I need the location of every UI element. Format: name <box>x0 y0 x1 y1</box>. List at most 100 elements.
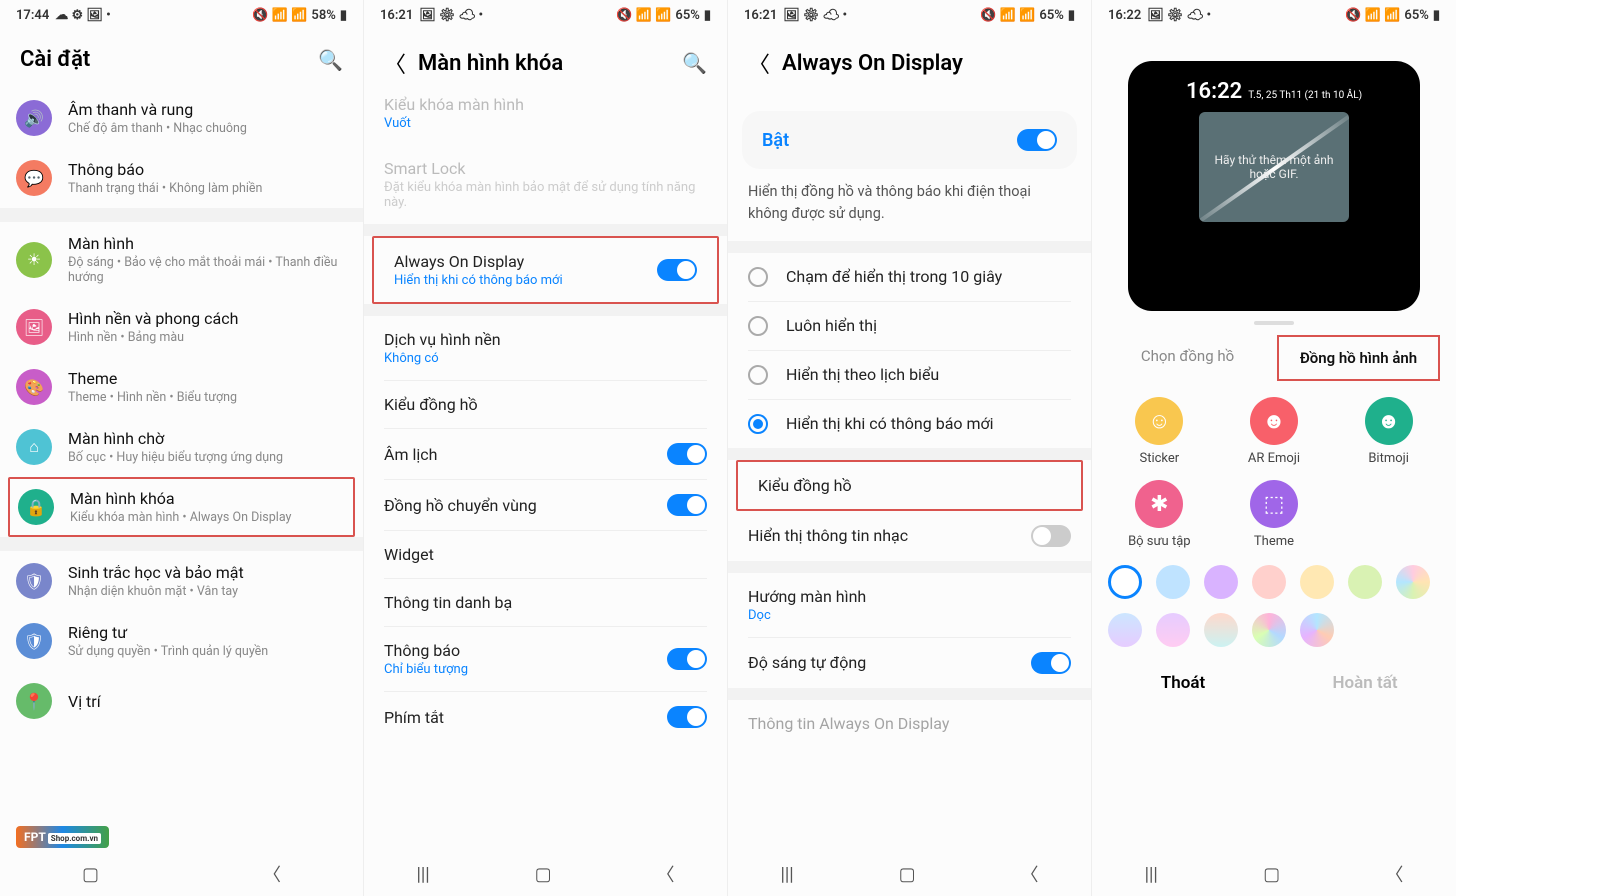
back-button[interactable]: 〈 <box>384 47 406 79</box>
item-shortcut[interactable]: Phím tắt <box>364 692 727 742</box>
radio-button[interactable] <box>748 365 768 385</box>
nav-back[interactable]: 〈 <box>657 861 675 887</box>
description-text: Hiển thị đồng hồ và thông báo khi điện t… <box>728 177 1091 241</box>
option-theme[interactable]: ⬚Theme <box>1217 480 1331 549</box>
panel-clock-picker: 16:22🖼 ⚙ ☁ • 🔇 📶 📶65%▮ 16:22T.5, 25 Th11… <box>1092 0 1456 896</box>
section-gap <box>0 537 363 551</box>
enable-card[interactable]: Bật <box>742 111 1077 169</box>
item-wallpaper[interactable]: 🖼Hình nền và phong cáchHình nền • Bảng m… <box>0 297 363 357</box>
tab-choose-clock[interactable]: Chọn đồng hồ <box>1108 335 1267 381</box>
radio-button[interactable] <box>748 267 768 287</box>
status-bar: 16:21🖼 ⚙ ☁ • 🔇 📶 📶65%▮ <box>364 0 727 31</box>
battery-pct: 65% <box>1039 8 1063 23</box>
option-ar-emoji[interactable]: ☻AR Emoji <box>1217 397 1331 466</box>
item-wallpaper-service[interactable]: Dịch vụ hình nềnKhông có <box>364 316 727 380</box>
color-swatch[interactable] <box>1396 565 1430 599</box>
item-music-info[interactable]: Hiển thị thông tin nhạc <box>728 511 1091 561</box>
color-swatch[interactable] <box>1108 613 1142 647</box>
palette-icon: 🎨 <box>24 378 44 397</box>
nav-recent[interactable]: ||| <box>780 864 793 885</box>
highlight-box: Kiểu đồng hồ <box>736 460 1083 511</box>
radio-schedule[interactable]: Hiển thị theo lịch biểu <box>728 351 1091 399</box>
nav-bar: ||| ▢ 〈 <box>1092 852 1456 896</box>
toggle-notif[interactable] <box>667 648 707 670</box>
item-display[interactable]: ☀Màn hìnhĐộ sáng • Bảo vệ cho mắt thoải … <box>0 222 363 297</box>
back-button[interactable]: 〈 <box>748 47 770 79</box>
item-lockscreen[interactable]: 🔒Màn hình khóaKiểu khóa màn hình • Alway… <box>10 479 353 535</box>
toggle-aod-enable[interactable] <box>1017 129 1057 151</box>
toggle-shortcut[interactable] <box>667 706 707 728</box>
color-swatch[interactable] <box>1156 565 1190 599</box>
radio-new-notif[interactable]: Hiển thị khi có thông báo mới <box>728 400 1091 448</box>
nav-home[interactable]: ▢ <box>535 864 552 885</box>
item-privacy[interactable]: 🛡Riêng tưSử dụng quyền • Trình quản lý q… <box>0 611 363 671</box>
search-icon[interactable]: 🔍 <box>682 51 707 75</box>
option-bitmoji[interactable]: ☻Bitmoji <box>1332 397 1446 466</box>
nav-back[interactable]: 〈 <box>263 861 281 887</box>
item-auto-brightness[interactable]: Độ sáng tự động <box>728 638 1091 688</box>
search-icon[interactable]: 🔍 <box>318 48 343 72</box>
item-widget[interactable]: Widget <box>364 531 727 578</box>
item-orientation[interactable]: Hướng màn hìnhDọc <box>728 573 1091 637</box>
radio-tap-10s[interactable]: Chạm để hiển thị trong 10 giây <box>728 253 1091 301</box>
nav-recent[interactable]: ||| <box>416 864 429 885</box>
item-clock-style[interactable]: Kiểu đồng hồ <box>364 381 727 428</box>
radio-always[interactable]: Luôn hiển thị <box>728 302 1091 350</box>
preview-date: T.5, 25 Th11 (21 th 10 ÂL) <box>1248 90 1362 101</box>
nav-bar: ▢〈 <box>0 852 363 896</box>
nav-home[interactable]: ▢ <box>899 864 916 885</box>
watermark-logo: FPTShop.com.vn <box>16 826 109 848</box>
item-locktype[interactable]: Kiểu khóa màn hìnhVuốt <box>364 95 727 145</box>
item-aod[interactable]: Always On DisplayHiển thị khi có thông b… <box>374 238 717 302</box>
nav-back[interactable]: 〈 <box>1385 861 1403 887</box>
color-swatch[interactable] <box>1108 565 1142 599</box>
drag-handle[interactable] <box>1254 321 1294 325</box>
nav-recent[interactable]: ||| <box>1145 864 1158 885</box>
item-contact-info[interactable]: Thông tin danh bạ <box>364 579 727 626</box>
color-swatch[interactable] <box>1204 565 1238 599</box>
volume-icon: 🔊 <box>24 109 44 128</box>
item-biometrics[interactable]: 🛡Sinh trắc học và bảo mậtNhận diện khuôn… <box>0 551 363 611</box>
color-swatches <box>1092 555 1456 657</box>
color-swatch[interactable] <box>1156 613 1190 647</box>
item-theme[interactable]: 🎨ThemeTheme • Hình nền • Biểu tượng <box>0 357 363 417</box>
radio-button[interactable] <box>748 414 768 434</box>
color-swatch[interactable] <box>1348 565 1382 599</box>
sun-icon: ☀ <box>27 250 41 269</box>
toggle-lunar[interactable] <box>667 443 707 465</box>
toggle-music[interactable] <box>1031 525 1071 547</box>
page-title: Always On Display <box>782 51 1071 76</box>
item-notifications[interactable]: Thông báoChỉ biểu tượng <box>364 627 727 691</box>
toggle-brightness[interactable] <box>1031 652 1071 674</box>
item-notifications[interactable]: 💬Thông báoThanh trạng thái • Không làm p… <box>0 148 363 208</box>
highlight-box: Always On DisplayHiển thị khi có thông b… <box>372 236 719 304</box>
toggle-roaming[interactable] <box>667 494 707 516</box>
item-roaming-clock[interactable]: Đồng hồ chuyển vùng <box>364 480 727 530</box>
exit-button[interactable]: Thoát <box>1092 673 1274 693</box>
nav-home[interactable]: ▢ <box>1263 864 1280 885</box>
lock-icon: 🔒 <box>26 498 46 517</box>
color-swatch[interactable] <box>1252 613 1286 647</box>
option-sticker[interactable]: ☺Sticker <box>1103 397 1217 466</box>
item-homescreen[interactable]: ⌂Màn hình chờBố cục • Huy hiệu biểu tượn… <box>0 417 363 477</box>
item-aod-info[interactable]: Thông tin Always On Display <box>728 700 1091 747</box>
toggle-aod[interactable] <box>657 259 697 281</box>
color-swatch[interactable] <box>1300 565 1334 599</box>
color-swatch[interactable] <box>1300 613 1334 647</box>
color-swatch[interactable] <box>1252 565 1286 599</box>
done-button: Hoàn tất <box>1274 673 1456 693</box>
color-swatch[interactable] <box>1204 613 1238 647</box>
item-lunar[interactable]: Âm lịch <box>364 429 727 479</box>
nav-recent[interactable]: ▢ <box>82 864 99 885</box>
item-sound[interactable]: 🔊Âm thanh và rungChế độ âm thanh • Nhạc … <box>0 88 363 148</box>
status-time: 17:44 <box>16 8 49 23</box>
option-gallery[interactable]: ✱Bộ sưu tập <box>1103 480 1217 549</box>
item-clock-style[interactable]: Kiểu đồng hồ <box>738 462 1081 509</box>
status-time: 16:21 <box>380 8 413 23</box>
tab-image-clock[interactable]: Đồng hồ hình ảnh <box>1277 335 1440 381</box>
item-location[interactable]: 📍Vị trí <box>0 671 363 731</box>
nav-back[interactable]: 〈 <box>1021 861 1039 887</box>
panel-settings: 17:44☁ ⚙ 🖼 • 🔇 📶 📶58%▮ Cài đặt 🔍 🔊Âm tha… <box>0 0 364 896</box>
aod-preview: 16:22T.5, 25 Th11 (21 th 10 ÂL) Hãy thử … <box>1128 61 1420 311</box>
radio-button[interactable] <box>748 316 768 336</box>
